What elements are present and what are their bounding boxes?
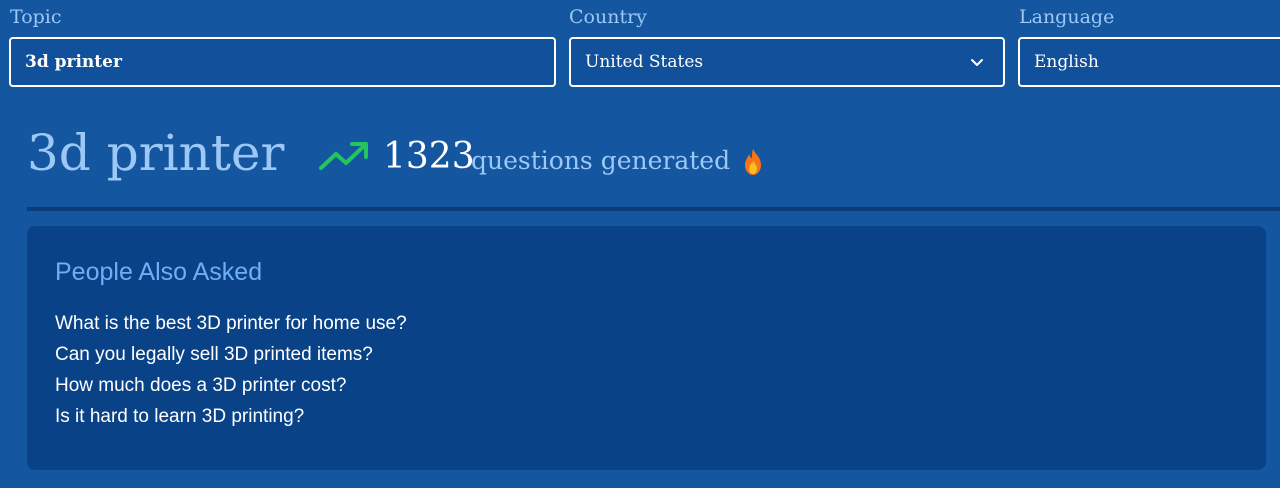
question-item[interactable]: What is the best 3D printer for home use… xyxy=(55,308,1238,339)
question-count-label: questions generated xyxy=(471,146,731,175)
country-label: Country xyxy=(569,6,647,28)
question-item[interactable]: Can you legally sell 3D printed items? xyxy=(55,339,1238,370)
fire-icon xyxy=(745,149,761,175)
question-list: What is the best 3D printer for home use… xyxy=(55,308,1238,432)
page-title: 3d printer xyxy=(27,124,285,182)
language-select-value: English xyxy=(1034,52,1099,72)
topic-heading-row: 3d printer 1323 questions generated xyxy=(27,118,1267,198)
question-count: 1323 xyxy=(383,136,475,177)
topic-input-value: 3d printer xyxy=(25,52,122,72)
question-item[interactable]: Is it hard to learn 3D printing? xyxy=(55,401,1238,432)
language-select[interactable]: English xyxy=(1018,37,1280,87)
topic-input[interactable]: 3d printer xyxy=(9,37,556,87)
trending-up-icon xyxy=(319,142,368,170)
question-item[interactable]: How much does a 3D printer cost? xyxy=(55,370,1238,401)
country-select[interactable]: United States xyxy=(569,37,1005,87)
divider xyxy=(27,207,1280,211)
chevron-down-icon xyxy=(971,59,983,66)
topic-label: Topic xyxy=(10,6,62,28)
country-select-value: United States xyxy=(585,52,704,72)
people-also-asked-title: People Also Asked xyxy=(55,258,263,286)
people-also-asked-card: People Also Asked What is the best 3D pr… xyxy=(27,226,1266,470)
language-label: Language xyxy=(1019,6,1115,28)
